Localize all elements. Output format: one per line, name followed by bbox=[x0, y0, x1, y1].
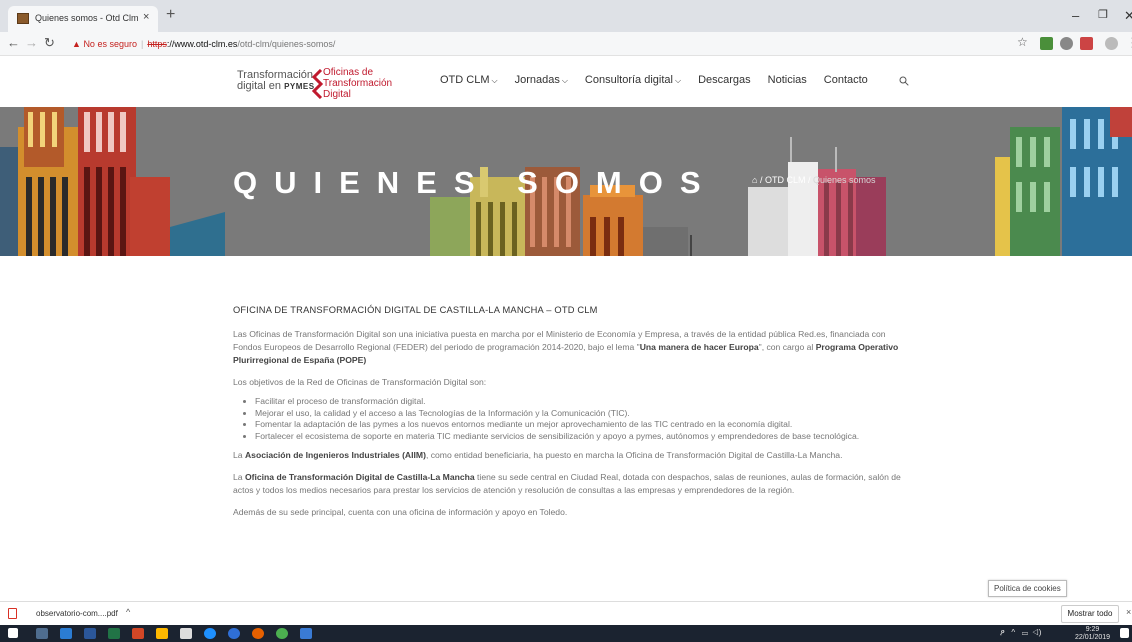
back-icon[interactable]: ← bbox=[7, 35, 20, 50]
breadcrumb-link-otd-clm[interactable]: OTD CLM bbox=[765, 175, 806, 185]
logo-otd-line2: Transformación bbox=[323, 78, 393, 89]
logo-otd-line3: Digital bbox=[323, 89, 351, 100]
breadcrumb-current: Quienes somos bbox=[812, 175, 876, 185]
ie-icon[interactable] bbox=[228, 628, 240, 639]
chevron-down-icon: ⌵ bbox=[674, 76, 682, 85]
url-field[interactable]: ▲ No es seguro | https://www.otd-clm.es/ot… bbox=[72, 35, 335, 53]
tab-close-icon[interactable]: × bbox=[143, 11, 149, 23]
hero-banner: QUIENES SOMOS ⌂ / OTD CLM / Quienes somo… bbox=[0, 107, 1132, 256]
security-status: No es seguro bbox=[83, 39, 137, 49]
objectives-list: Facilitar el proceso de transformación d… bbox=[255, 396, 911, 442]
nav-item-consultoria[interactable]: Consultoría digital ⌵ bbox=[585, 74, 681, 86]
word-icon[interactable] bbox=[84, 628, 96, 639]
chrome-icon[interactable] bbox=[276, 628, 288, 639]
main-content: OFICINA DE TRANSFORMACIÓN DIGITAL DE CAS… bbox=[233, 304, 911, 528]
site-header: Transformación digital en PYMES Oficinas… bbox=[0, 57, 1132, 107]
paragraph-aiim: La Asociación de Ingenieros Industriales… bbox=[233, 450, 843, 460]
warning-icon: ▲ bbox=[72, 39, 81, 49]
chevron-down-icon: ⌵ bbox=[561, 76, 568, 85]
logo-otd-line1: Oficinas de bbox=[323, 67, 374, 78]
app-icon[interactable] bbox=[180, 628, 192, 639]
forward-icon[interactable]: → bbox=[25, 35, 38, 50]
system-tray: ዖ ^ ▭ ◁) bbox=[1000, 628, 1041, 638]
show-all-downloads-button[interactable]: Mostrar todo bbox=[1061, 605, 1119, 623]
clock-time: 9:29 bbox=[1085, 626, 1100, 633]
search-icon[interactable] bbox=[899, 76, 909, 86]
powerpoint-icon[interactable] bbox=[132, 628, 144, 639]
section-heading: OFICINA DE TRANSFORMACIÓN DIGITAL DE CAS… bbox=[233, 305, 598, 315]
download-options-chevron[interactable]: ^ bbox=[126, 607, 130, 617]
chevron-down-icon: ⌵ bbox=[491, 76, 498, 85]
clock[interactable]: 9:29 22/01/2019 bbox=[1075, 626, 1110, 642]
logo-text-line2: digital en bbox=[237, 80, 285, 92]
tab-title: Quienes somos - Otd Clm bbox=[35, 13, 139, 23]
new-tab-button[interactable]: + bbox=[166, 6, 175, 24]
firefox-icon[interactable] bbox=[252, 628, 264, 639]
chevron-up-icon[interactable]: ^ bbox=[1011, 628, 1015, 637]
main-nav: OTD CLM ⌵ Jornadas ⌵ Consultoría digital ⌵ … bbox=[440, 74, 885, 86]
list-item: Facilitar el proceso de transformación d… bbox=[255, 396, 911, 408]
profile-icon[interactable] bbox=[1105, 37, 1118, 50]
extension-icon[interactable] bbox=[1060, 37, 1073, 50]
minimize-icon[interactable]: – bbox=[1072, 8, 1079, 23]
url-path: /otd-clm/quienes-somos/ bbox=[237, 39, 336, 49]
paragraph-sede: La Oficina de Transformación Digital de … bbox=[233, 472, 901, 495]
extension-icon[interactable] bbox=[1040, 37, 1053, 50]
logo-otd[interactable]: Oficinas de Transformación Digital bbox=[323, 67, 392, 100]
nav-item-jornadas[interactable]: Jornadas ⌵ bbox=[515, 74, 568, 86]
nav-item-contacto[interactable]: Contacto bbox=[824, 74, 868, 86]
pdf-file-icon bbox=[8, 608, 17, 619]
volume-icon[interactable]: ◁) bbox=[1032, 628, 1041, 637]
people-icon[interactable]: ዖ bbox=[1000, 628, 1005, 637]
browser-tab[interactable]: Quienes somos - Otd Clm × bbox=[8, 6, 158, 32]
extension-icon[interactable] bbox=[1080, 37, 1093, 50]
nav-item-otd-clm[interactable]: OTD CLM ⌵ bbox=[440, 74, 498, 86]
menu-icon[interactable]: ⋮ bbox=[1126, 35, 1132, 51]
explorer-icon[interactable] bbox=[156, 628, 168, 639]
star-icon[interactable]: ☆ bbox=[1017, 35, 1028, 49]
list-item: Mejorar el uso, la calidad y el acceso a… bbox=[255, 408, 911, 420]
app-icon[interactable] bbox=[60, 628, 72, 639]
site-favicon-icon bbox=[17, 13, 29, 24]
download-file-name[interactable]: observatorio-com....pdf bbox=[36, 609, 118, 618]
address-bar-row: ← → ↻ ▲ No es seguro | https://www.otd-clm… bbox=[0, 32, 1132, 56]
app-icon[interactable] bbox=[36, 628, 48, 639]
paragraph-intro: Las Oficinas de Transformación Digital s… bbox=[233, 329, 899, 365]
edge-icon[interactable] bbox=[204, 628, 216, 639]
paragraph-toledo: Además de su sede principal, cuenta con … bbox=[233, 507, 568, 517]
paragraph-objectives: Los objetivos de la Red de Oficinas de T… bbox=[233, 377, 487, 387]
url-host: ://www.otd-clm.es bbox=[166, 39, 238, 49]
browser-tab-bar: Quienes somos - Otd Clm × + – ❐ ✕ bbox=[0, 0, 1132, 32]
logo-pymes[interactable]: Transformación digital en PYMES bbox=[237, 70, 315, 92]
start-icon[interactable] bbox=[8, 628, 18, 638]
list-item: Fomentar la adaptación de las pymes a lo… bbox=[255, 419, 911, 431]
cookie-policy-button[interactable]: Política de cookies bbox=[988, 580, 1067, 597]
windows-taskbar: ዖ ^ ▭ ◁) 9:29 22/01/2019 bbox=[0, 625, 1132, 642]
excel-icon[interactable] bbox=[108, 628, 120, 639]
app-icon[interactable] bbox=[300, 628, 312, 639]
url-protocol: https bbox=[147, 39, 167, 49]
maximize-icon[interactable]: ❐ bbox=[1098, 8, 1108, 21]
clock-date: 22/01/2019 bbox=[1075, 634, 1111, 641]
notifications-icon[interactable] bbox=[1120, 628, 1129, 638]
nav-item-noticias[interactable]: Noticias bbox=[768, 74, 807, 86]
download-bar: observatorio-com....pdf ^ Mostrar todo × bbox=[0, 601, 1132, 625]
logo-text-pymes: PYMES bbox=[284, 82, 315, 91]
close-download-bar-icon[interactable]: × bbox=[1126, 607, 1131, 617]
nav-item-descargas[interactable]: Descargas bbox=[698, 74, 751, 86]
breadcrumb: ⌂ / OTD CLM / Quienes somos bbox=[752, 175, 876, 185]
close-window-icon[interactable]: ✕ bbox=[1124, 8, 1132, 24]
reload-icon[interactable]: ↻ bbox=[44, 35, 55, 51]
page-title: QUIENES SOMOS bbox=[233, 165, 718, 200]
network-icon[interactable]: ▭ bbox=[1022, 628, 1028, 637]
list-item: Fortalecer el ecosistema de soporte en m… bbox=[255, 431, 911, 443]
